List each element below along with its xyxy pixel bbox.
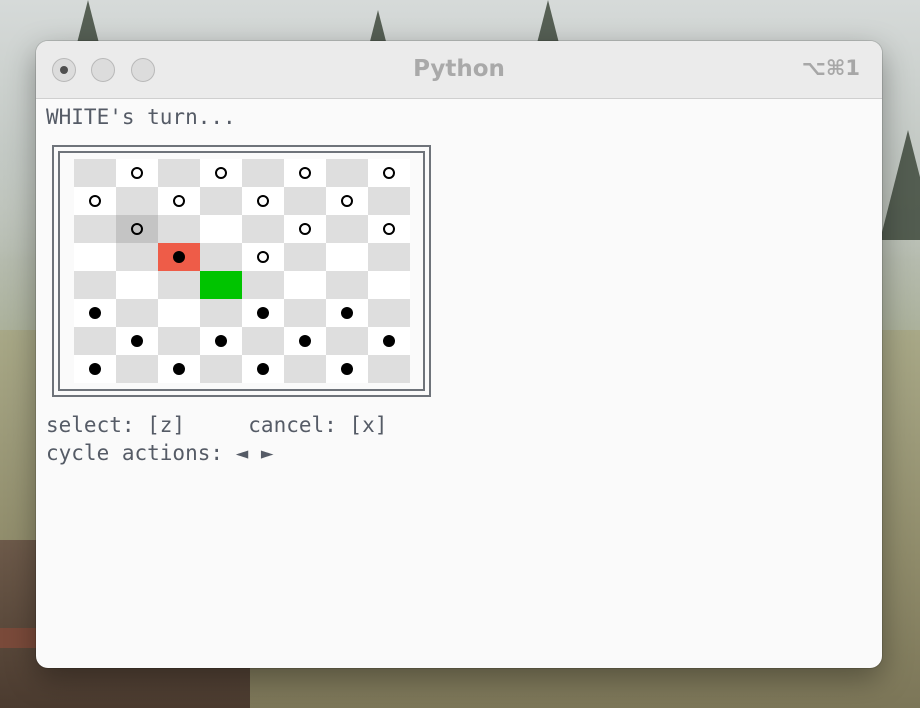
- white-piece[interactable]: [215, 167, 227, 179]
- board-square[interactable]: [284, 271, 326, 299]
- board-square[interactable]: [116, 355, 158, 383]
- python-window: Python ⌥⌘1 WHITE's turn... select: [z] c…: [36, 41, 882, 668]
- black-piece[interactable]: [341, 363, 353, 375]
- board-square[interactable]: [74, 159, 116, 187]
- black-piece[interactable]: [89, 307, 101, 319]
- white-piece[interactable]: [131, 167, 143, 179]
- white-piece[interactable]: [257, 195, 269, 207]
- board-square[interactable]: [116, 243, 158, 271]
- board-square[interactable]: [74, 187, 116, 215]
- board-square[interactable]: [200, 215, 242, 243]
- board-square[interactable]: [326, 355, 368, 383]
- board-square[interactable]: [242, 159, 284, 187]
- select-cancel-hint: select: [z] cancel: [x]: [46, 413, 388, 437]
- board-square[interactable]: [116, 187, 158, 215]
- board-square[interactable]: [284, 327, 326, 355]
- board-square[interactable]: [200, 159, 242, 187]
- black-piece[interactable]: [131, 335, 143, 347]
- board-square[interactable]: [74, 355, 116, 383]
- white-piece[interactable]: [299, 167, 311, 179]
- board-square[interactable]: [158, 271, 200, 299]
- board-square[interactable]: [74, 299, 116, 327]
- black-piece[interactable]: [299, 335, 311, 347]
- board-square[interactable]: [326, 299, 368, 327]
- board-square[interactable]: [158, 299, 200, 327]
- board-square[interactable]: [368, 159, 410, 187]
- white-piece[interactable]: [383, 223, 395, 235]
- board-square[interactable]: [284, 355, 326, 383]
- black-piece[interactable]: [341, 307, 353, 319]
- board-square[interactable]: [74, 271, 116, 299]
- board-square[interactable]: [200, 327, 242, 355]
- white-piece[interactable]: [131, 223, 143, 235]
- board-square[interactable]: [326, 187, 368, 215]
- window-shortcut: ⌥⌘1: [801, 56, 860, 80]
- checkers-board[interactable]: [74, 159, 410, 383]
- board-square-move-target[interactable]: [200, 271, 242, 299]
- black-piece[interactable]: [89, 363, 101, 375]
- board-square[interactable]: [284, 243, 326, 271]
- board-square[interactable]: [116, 159, 158, 187]
- white-piece[interactable]: [257, 251, 269, 263]
- white-piece[interactable]: [299, 223, 311, 235]
- black-piece[interactable]: [215, 335, 227, 347]
- black-piece[interactable]: [257, 363, 269, 375]
- white-piece[interactable]: [341, 195, 353, 207]
- board-square[interactable]: [326, 327, 368, 355]
- board-square[interactable]: [326, 243, 368, 271]
- board-square[interactable]: [368, 243, 410, 271]
- board-square[interactable]: [242, 299, 284, 327]
- board-square-selected-piece[interactable]: [158, 243, 200, 271]
- board-square[interactable]: [242, 271, 284, 299]
- board-square[interactable]: [158, 355, 200, 383]
- board-square[interactable]: [200, 355, 242, 383]
- board-square[interactable]: [284, 187, 326, 215]
- black-piece[interactable]: [173, 363, 185, 375]
- desktop-tree: [880, 130, 920, 240]
- board-square[interactable]: [326, 271, 368, 299]
- board-square[interactable]: [284, 215, 326, 243]
- black-piece[interactable]: [173, 251, 185, 263]
- terminal-content: WHITE's turn... select: [z] cancel: [x] …: [36, 99, 882, 668]
- board-square[interactable]: [158, 215, 200, 243]
- board-square[interactable]: [200, 299, 242, 327]
- board-square[interactable]: [242, 187, 284, 215]
- turn-status: WHITE's turn...: [46, 105, 236, 129]
- board-square[interactable]: [200, 187, 242, 215]
- board-square[interactable]: [368, 355, 410, 383]
- black-piece[interactable]: [257, 307, 269, 319]
- cycle-actions-hint: cycle actions: ◄ ►: [46, 441, 274, 465]
- board-square[interactable]: [368, 327, 410, 355]
- board-square[interactable]: [284, 159, 326, 187]
- board-square[interactable]: [368, 299, 410, 327]
- board-square[interactable]: [326, 159, 368, 187]
- board-square[interactable]: [158, 327, 200, 355]
- board-square[interactable]: [74, 215, 116, 243]
- board-square[interactable]: [326, 215, 368, 243]
- black-piece[interactable]: [383, 335, 395, 347]
- board-square-cursor[interactable]: [116, 215, 158, 243]
- board-square[interactable]: [116, 271, 158, 299]
- board-square[interactable]: [242, 327, 284, 355]
- board-square[interactable]: [116, 299, 158, 327]
- title-bar[interactable]: Python ⌥⌘1: [36, 41, 882, 99]
- white-piece[interactable]: [173, 195, 185, 207]
- board-square[interactable]: [158, 187, 200, 215]
- board-square[interactable]: [116, 327, 158, 355]
- white-piece[interactable]: [383, 167, 395, 179]
- board-square[interactable]: [200, 243, 242, 271]
- board-square[interactable]: [368, 187, 410, 215]
- window-title: Python: [413, 56, 505, 82]
- board-square[interactable]: [368, 215, 410, 243]
- board-square[interactable]: [242, 215, 284, 243]
- board-square[interactable]: [158, 159, 200, 187]
- white-piece[interactable]: [89, 195, 101, 207]
- board-square[interactable]: [284, 299, 326, 327]
- board-square[interactable]: [74, 243, 116, 271]
- board-square[interactable]: [242, 243, 284, 271]
- board-square[interactable]: [242, 355, 284, 383]
- board-square[interactable]: [74, 327, 116, 355]
- board-square[interactable]: [368, 271, 410, 299]
